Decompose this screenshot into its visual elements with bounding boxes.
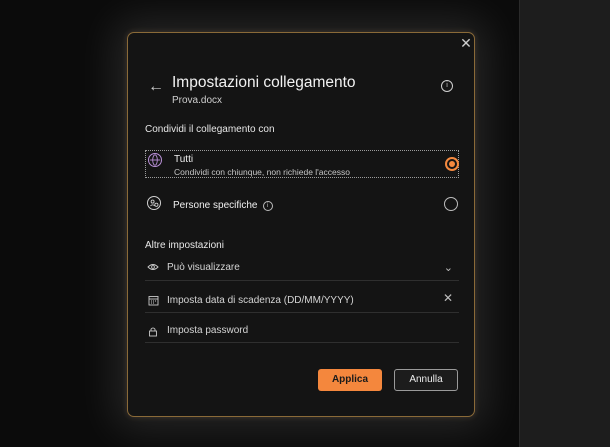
password-placeholder: Imposta password: [167, 325, 249, 336]
password-field[interactable]: Imposta password: [145, 321, 459, 343]
globe-icon: [148, 153, 162, 167]
share-option-specific-people[interactable]: Persone specifiche i: [145, 194, 459, 222]
cancel-button[interactable]: Annulla: [394, 369, 458, 391]
expiry-date-field[interactable]: Imposta data di scadenza (DD/MM/YYYY) ✕: [145, 290, 459, 313]
background-side-panel: [519, 0, 610, 447]
share-option-everyone[interactable]: Tutti Condividi con chiunque, non richie…: [145, 150, 459, 178]
share-option-text: Persone specifiche: [173, 200, 258, 211]
radio-specific-people[interactable]: [444, 197, 458, 211]
chevron-down-icon[interactable]: ⌄: [444, 261, 453, 274]
lock-icon: [147, 326, 159, 339]
other-settings-heading: Altre impostazioni: [145, 240, 224, 251]
link-settings-dialog: ✕ ← Impostazioni collegamento Prova.docx…: [127, 32, 475, 417]
permission-value: Può visualizzare: [167, 262, 240, 273]
clear-icon[interactable]: ✕: [443, 291, 453, 305]
share-option-label: Persone specifiche i: [173, 200, 273, 211]
info-icon[interactable]: i: [441, 80, 453, 92]
radio-everyone[interactable]: [445, 157, 459, 171]
share-option-label: Tutti: [174, 154, 194, 165]
expiry-date-placeholder: Imposta data di scadenza (DD/MM/YYYY): [167, 295, 354, 306]
info-icon[interactable]: i: [262, 201, 273, 211]
permission-select[interactable]: Può visualizzare ⌄: [145, 259, 459, 281]
file-name: Prova.docx: [172, 95, 223, 106]
apply-button[interactable]: Applica: [318, 369, 382, 391]
dialog-title: Impostazioni collegamento: [172, 74, 356, 91]
people-icon: [147, 196, 161, 210]
eye-icon: [147, 262, 159, 274]
close-icon[interactable]: ✕: [458, 35, 474, 51]
share-option-description: Condividi con chiunque, non richiede l'a…: [174, 167, 350, 177]
calendar-icon: [147, 295, 159, 308]
back-arrow-icon[interactable]: ←: [148, 79, 164, 95]
share-with-heading: Condividi il collegamento con: [145, 124, 275, 135]
